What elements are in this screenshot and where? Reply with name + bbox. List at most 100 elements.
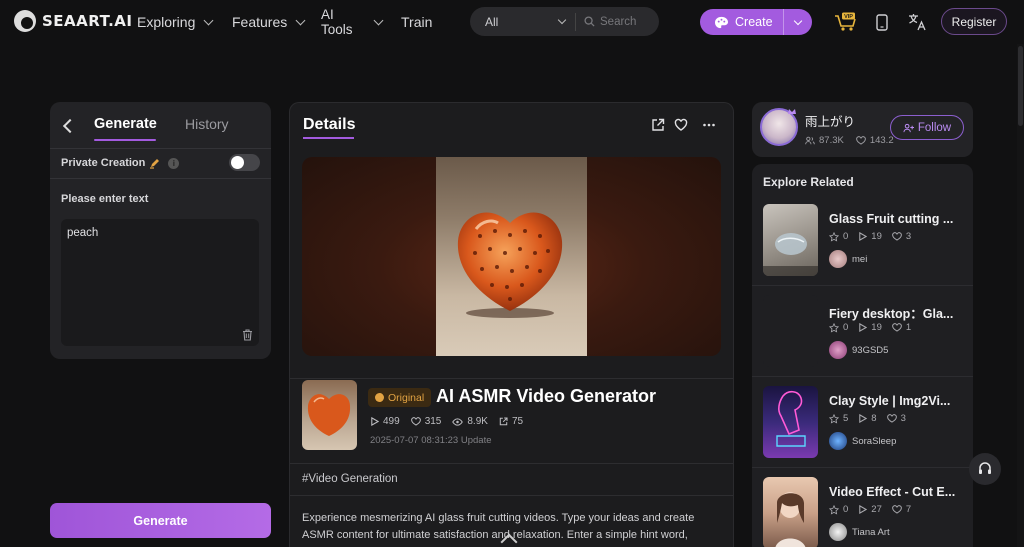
details-title-underline <box>303 137 354 139</box>
related-author[interactable]: mei <box>829 250 867 268</box>
mobile-phone-icon <box>876 13 888 31</box>
related-author[interactable]: 93GSD5 <box>829 341 888 359</box>
creator-likes-stat: 143.2 <box>856 135 894 146</box>
thumbnail-strawberry-image <box>307 394 351 436</box>
stars-stat: 5 <box>829 413 848 424</box>
views-stat: 8.9K <box>452 416 488 427</box>
author-name: 93GSD5 <box>852 344 889 356</box>
runs-count: 19 <box>871 322 882 333</box>
language-button[interactable] <box>906 12 928 32</box>
open-external-icon[interactable] <box>651 118 665 132</box>
related-author[interactable]: Tiana Art <box>829 523 890 541</box>
customer-support-button[interactable] <box>969 453 1001 485</box>
prompt-label: Please enter text <box>61 193 149 205</box>
generate-button[interactable]: Generate <box>50 503 271 538</box>
private-creation-row: Private Creation i <box>61 154 260 171</box>
vip-cart-icon: VIP <box>835 12 856 31</box>
nav-features[interactable]: Features <box>232 0 306 44</box>
neon-figure-image <box>776 390 806 447</box>
author-avatar <box>829 250 847 268</box>
seaart-logo-icon <box>14 10 36 32</box>
related-stats: 0 19 3 <box>829 231 911 242</box>
nav-ai-tools-label: AI Tools <box>321 7 353 37</box>
search-input[interactable]: Search <box>576 16 636 28</box>
nav-exploring[interactable]: Exploring <box>137 0 214 44</box>
related-item[interactable]: Clay Style | Img2Vi... 5 8 3 SoraSleep <box>752 386 973 476</box>
create-main[interactable]: Create <box>700 9 784 35</box>
creator-name[interactable]: 雨上がり <box>805 111 855 130</box>
likes-count: 315 <box>424 416 442 427</box>
divider <box>752 285 973 286</box>
runs-count: 499 <box>383 416 400 427</box>
brand-name: SEAART.AI <box>42 12 133 30</box>
runs-stat: 19 <box>858 322 882 333</box>
search-scope-select[interactable]: All <box>470 12 576 31</box>
runs-stat: 27 <box>858 504 882 515</box>
heart-icon[interactable] <box>674 118 688 132</box>
more-options-icon[interactable] <box>702 118 716 132</box>
active-tab-indicator <box>94 139 156 141</box>
page-scrollbar-thumb[interactable] <box>1018 46 1023 126</box>
divider <box>50 178 271 179</box>
back-arrow-icon[interactable] <box>62 118 74 132</box>
share-icon <box>499 417 508 426</box>
star-icon <box>829 413 839 424</box>
creator-likes-count: 143.2 <box>869 135 894 146</box>
likes-count: 3 <box>905 231 912 242</box>
play-icon <box>859 232 868 241</box>
runs-count: 27 <box>871 504 882 515</box>
glass-fruit-image <box>763 233 818 276</box>
private-creation-toggle[interactable] <box>229 154 260 171</box>
category-tag[interactable]: #Video Generation <box>302 473 398 485</box>
followers-count: 87.3K <box>819 135 844 146</box>
search-bar: All Search <box>470 7 659 36</box>
brand-logo[interactable]: SEAART.AI <box>14 10 133 32</box>
chevron-down-icon <box>793 16 803 25</box>
nav-features-label: Features <box>232 14 288 30</box>
tool-title: AI ASMR Video Generator <box>436 386 657 406</box>
mobile-app-button[interactable] <box>875 12 889 32</box>
create-dropdown[interactable] <box>784 16 812 25</box>
vip-cart-button[interactable]: VIP <box>833 12 859 32</box>
heart-icon <box>856 136 866 145</box>
related-author[interactable]: SoraSleep <box>829 432 896 450</box>
stars-stat: 0 <box>829 504 848 515</box>
heart-icon <box>886 414 897 423</box>
tool-stats: 499 315 8.9K 75 <box>370 416 523 427</box>
author-avatar <box>829 523 847 541</box>
related-thumbnail <box>763 386 818 458</box>
info-icon[interactable]: i <box>168 157 180 169</box>
stars-stat: 0 <box>829 322 848 333</box>
related-item[interactable]: Glass Fruit cutting ... 0 19 3 mei <box>752 204 973 294</box>
chevron-down-icon <box>373 15 383 25</box>
related-thumbnail <box>763 295 818 367</box>
author-avatar <box>829 432 847 450</box>
preview-video[interactable] <box>302 157 721 356</box>
tab-generate[interactable]: Generate <box>94 116 157 132</box>
eye-icon <box>452 417 464 426</box>
runs-stat: 19 <box>858 231 882 242</box>
nav-ai-tools-line2: Tools <box>321 22 353 37</box>
runs-stat: 8 <box>858 413 877 424</box>
related-thumbnail <box>763 204 818 276</box>
divider <box>752 467 973 468</box>
trash-icon[interactable] <box>242 329 253 341</box>
vip-pen-icon <box>150 159 160 169</box>
nav-ai-tools[interactable]: AI Tools <box>321 0 383 44</box>
nav-train[interactable]: Train <box>401 0 432 44</box>
details-panel: Details Original AI ASMR Video Generator… <box>289 102 734 547</box>
translate-icon <box>909 14 926 31</box>
top-nav: SEAART.AI Exploring Features AI Tools Tr… <box>0 0 1024 44</box>
play-icon <box>859 414 868 423</box>
register-button[interactable]: Register <box>941 8 1007 35</box>
tab-history[interactable]: History <box>185 116 229 132</box>
related-item[interactable]: Video Effect - Cut E... 0 27 7 Tiana Art <box>752 477 973 547</box>
followers-stat: 87.3K <box>805 135 844 146</box>
prompt-textarea[interactable]: peach <box>61 219 259 346</box>
stars-stat: 0 <box>829 231 848 242</box>
create-button[interactable]: Create <box>700 9 812 35</box>
play-icon <box>371 417 379 426</box>
explore-related-panel: Explore Related Glass Fruit cutting ... … <box>752 164 973 547</box>
related-item[interactable]: Fiery desktop：Gla... 0 19 1 93GSD5 <box>752 295 973 385</box>
follow-button[interactable]: Follow <box>890 115 964 140</box>
